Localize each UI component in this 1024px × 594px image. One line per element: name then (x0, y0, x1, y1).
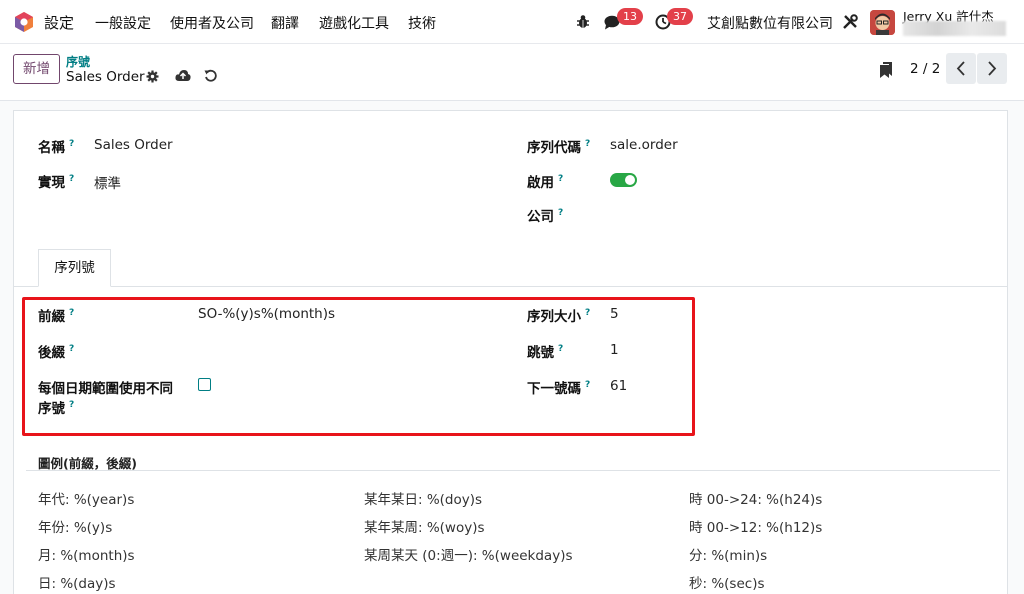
highlight-annotation (22, 297, 695, 436)
legend-item: 時 00->12: %(h12)s (689, 520, 823, 536)
pager-previous-button[interactable] (946, 53, 976, 84)
help-icon[interactable]: ? (585, 139, 590, 149)
control-panel: 新增 序號 Sales Order 2 / 2 (0, 44, 1024, 101)
discard-icon[interactable] (204, 69, 217, 82)
tab-sequence[interactable]: 序列號 (38, 249, 111, 287)
legend-item: 秒: %(sec)s (689, 576, 765, 592)
cloud-save-icon[interactable] (175, 69, 191, 82)
activities-badge: 37 (667, 8, 693, 25)
menu-technical[interactable]: 技術 (408, 13, 436, 33)
menu-translations[interactable]: 翻譯 (271, 13, 299, 33)
name-label: 名稱? (38, 139, 75, 156)
help-icon[interactable]: ? (69, 174, 74, 184)
tabs-divider (13, 286, 1008, 287)
chevron-left-icon (956, 61, 965, 76)
legend-item: 某周某天 (0:週一): %(weekday)s (364, 548, 573, 564)
gear-icon[interactable] (146, 70, 159, 83)
settings-app-icon[interactable] (13, 11, 35, 33)
new-button[interactable]: 新增 (13, 54, 60, 84)
help-icon[interactable]: ? (558, 208, 563, 218)
chevron-right-icon (988, 61, 997, 76)
legend-item: 某年某日: %(doy)s (364, 492, 483, 508)
bug-icon[interactable] (576, 14, 590, 29)
pager-value[interactable]: 2 / 2 (910, 61, 940, 77)
sequence-code-label: 序列代碼? (527, 139, 591, 156)
messages-badge: 13 (617, 8, 643, 25)
legend-divider (26, 470, 1000, 471)
breadcrumb-current: Sales Order (66, 69, 145, 85)
tools-icon[interactable] (842, 14, 858, 30)
help-icon[interactable]: ? (558, 174, 563, 184)
company-switcher[interactable]: 艾創點數位有限公司 (707, 13, 833, 33)
active-toggle[interactable] (610, 173, 637, 187)
legend-item: 年份: %(y)s (38, 520, 113, 536)
implementation-label: 實現? (38, 174, 75, 191)
name-field[interactable]: Sales Order (94, 137, 173, 153)
active-label: 啟用? (527, 174, 564, 191)
implementation-field[interactable]: 標準 (94, 172, 121, 192)
legend-item: 日: %(day)s (38, 576, 116, 592)
bookmark-icon (880, 62, 892, 78)
company-label: 公司? (527, 208, 564, 225)
legend-item: 分: %(min)s (689, 548, 768, 564)
app-name[interactable]: 設定 (44, 12, 74, 33)
breadcrumb-parent[interactable]: 序號 (66, 53, 90, 70)
menu-general-settings[interactable]: 一般設定 (95, 13, 151, 33)
menu-gamification[interactable]: 遊戲化工具 (319, 13, 389, 33)
legend-item: 時 00->24: %(h24)s (689, 492, 823, 508)
legend-item: 某年某周: %(woy)s (364, 520, 485, 536)
legend-item: 年代: %(year)s (38, 492, 135, 508)
legend-item: 月: %(month)s (38, 548, 135, 564)
sequence-code-field[interactable]: sale.order (610, 137, 678, 153)
menu-users-companies[interactable]: 使用者及公司 (170, 13, 254, 33)
top-navbar: 設定 一般設定 使用者及公司 翻譯 遊戲化工具 技術 13 37 艾創點數位有限… (0, 0, 1024, 44)
help-icon[interactable]: ? (69, 139, 74, 149)
user-avatar[interactable] (870, 10, 895, 35)
blurred-user-info (903, 21, 1006, 36)
pager-next-button[interactable] (977, 53, 1007, 84)
